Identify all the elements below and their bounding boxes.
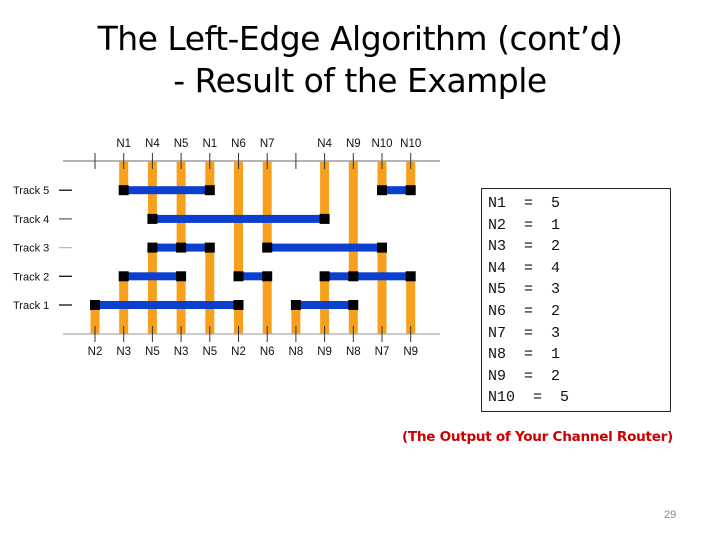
- track-label: Track 2: [13, 271, 49, 283]
- via-n6: [233, 271, 244, 282]
- bottom-pin-label: N2: [231, 346, 246, 358]
- vertical-wire-bottom-n5: [147, 247, 157, 334]
- assignment-line: N10 = 5: [488, 389, 570, 407]
- slide-title: The Left-Edge Algorithm (cont’d) - Resul…: [0, 18, 720, 102]
- via-n10: [405, 185, 416, 196]
- bottom-pin-label: N3: [174, 346, 189, 358]
- bottom-pin-label: N8: [289, 346, 304, 358]
- top-pin-label: N1: [116, 138, 131, 150]
- via-n2: [90, 300, 100, 310]
- via-n1: [204, 185, 215, 196]
- top-pin-label: N7: [260, 138, 275, 150]
- via-n4: [319, 213, 330, 224]
- via-n9: [405, 271, 416, 282]
- via-n8: [348, 300, 359, 310]
- bottom-pin-label: N6: [260, 346, 275, 358]
- assignment-line: N2 = 1: [488, 216, 561, 234]
- vertical-wire-bottom-n6: [262, 276, 272, 334]
- vertical-wire-top-n4: [320, 161, 330, 219]
- assignment-line: N3 = 2: [488, 238, 561, 256]
- assignment-line: N6 = 2: [488, 302, 561, 320]
- top-pin-label: N9: [346, 138, 361, 150]
- assignment-line: N9 = 2: [488, 367, 561, 385]
- bottom-pin-label: N9: [317, 346, 332, 358]
- via-n9: [319, 271, 330, 282]
- horizontal-wire-n4: [152, 214, 325, 223]
- top-pin-label: N1: [202, 138, 217, 150]
- top-pin-label: N4: [145, 138, 160, 150]
- channel-routing-diagram: Track 5 Track 4 Track 3 Track 2 Track 1 N1 N4…: [13, 138, 440, 358]
- bottom-pin-label: N9: [403, 346, 418, 358]
- bottom-pin-label: N7: [375, 346, 390, 358]
- track-label: Track 3: [13, 243, 49, 255]
- vertical-wire-bottom-n5: [205, 247, 215, 334]
- via-n8: [290, 300, 301, 310]
- assignment-line: N5 = 3: [488, 281, 561, 299]
- via-n5: [147, 242, 158, 253]
- top-pin-label: N5: [174, 138, 189, 150]
- vertical-wire-top-n7: [262, 161, 272, 248]
- vertical-wire-bottom-n7: [377, 247, 387, 334]
- horizontal-wire-n1: [123, 186, 210, 195]
- top-pin-label: N10: [400, 138, 421, 150]
- bottom-pin-label: N5: [145, 346, 160, 358]
- assignment-line: N8 = 1: [488, 346, 561, 364]
- track-label: Track 5: [13, 185, 49, 197]
- title-line-1: The Left-Edge Algorithm (cont’d): [97, 19, 623, 58]
- bottom-pin-label: N2: [88, 346, 103, 358]
- assignment-line: N1 = 5: [488, 195, 561, 212]
- assignment-line: N7 = 3: [488, 324, 561, 342]
- via-n2: [233, 300, 244, 310]
- via-n6: [262, 271, 273, 282]
- top-pin-label: N4: [317, 138, 332, 150]
- horizontal-wire-n9: [324, 272, 411, 281]
- page-number: 29: [664, 509, 677, 521]
- track-label: Track 1: [13, 300, 49, 312]
- horizontal-wire-n3: [123, 272, 182, 281]
- top-pin-label: N10: [371, 138, 392, 150]
- horizontal-wire-n7: [267, 243, 382, 252]
- via-n7: [377, 242, 387, 253]
- vertical-wire-top-n9: [348, 161, 358, 277]
- via-n4: [147, 213, 158, 224]
- via-n3: [176, 271, 187, 282]
- via-n5: [204, 242, 215, 253]
- bottom-pin-label: N5: [202, 346, 217, 358]
- bottom-pin-label: N3: [116, 346, 131, 358]
- top-pin-label: N6: [231, 138, 246, 150]
- via-n3: [118, 271, 129, 282]
- assignment-line: N4 = 4: [488, 259, 561, 277]
- track-labels: Track 5 Track 4 Track 3 Track 2 Track 1: [13, 185, 72, 312]
- bottom-pin-label: N8: [346, 346, 361, 358]
- via-n9: [348, 271, 359, 282]
- track-assignment-box: N1 = 5 N2 = 1 N3 = 2 N4 = 4 N5 = 3 N6 = 2 N7 =…: [481, 188, 671, 412]
- via-n1: [118, 185, 129, 196]
- via-n5: [176, 242, 187, 253]
- track-label: Track 4: [13, 214, 49, 226]
- via-n10: [377, 185, 387, 196]
- caption: (The Output of Your Channel Router): [402, 429, 673, 445]
- horizontal-wire-n8: [295, 301, 354, 309]
- title-line-2: - Result of the Example: [173, 61, 547, 100]
- horizontal-wire-n2: [95, 301, 239, 309]
- horizontal-wires: [95, 186, 411, 309]
- via-n7: [262, 242, 273, 253]
- vertical-wire-bottom-n9: [406, 276, 416, 334]
- vertical-wire-top-n5: [176, 161, 186, 248]
